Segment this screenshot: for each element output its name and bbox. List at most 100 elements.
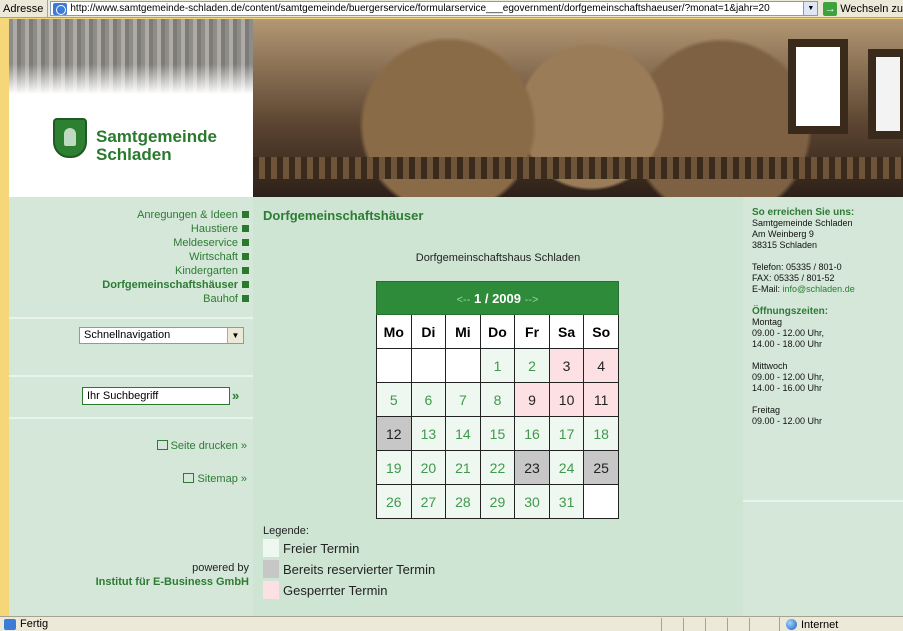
brand-name[interactable]: Samtgemeinde Schladen bbox=[96, 128, 217, 164]
calendar-day-free[interactable]: 21 bbox=[445, 450, 481, 485]
calendar-day-empty bbox=[410, 348, 447, 383]
calendar-day-free[interactable]: 16 bbox=[514, 416, 550, 451]
logo-area[interactable]: Samtgemeinde Schladen bbox=[9, 19, 253, 197]
calendar-day-free[interactable]: 30 bbox=[514, 484, 550, 519]
quick-navigation-select[interactable]: Schnellnavigation ▼ bbox=[79, 327, 244, 344]
calendar-day-empty bbox=[583, 484, 619, 519]
contact-heading: So erreichen Sie uns: bbox=[752, 207, 855, 218]
go-button[interactable]: Wechseln zu bbox=[840, 3, 903, 15]
search-submit-button[interactable]: » bbox=[232, 388, 239, 403]
calendar-day-blocked: 4 bbox=[583, 348, 619, 383]
calendar-week-row: 12 13 14 15 16 17 18 bbox=[376, 416, 619, 451]
hours-heading: Öffnungszeiten: bbox=[752, 306, 829, 317]
globe-icon bbox=[786, 619, 797, 630]
weekday-header: Di bbox=[410, 314, 447, 349]
status-pane bbox=[683, 618, 705, 631]
month-label: 1 / 2009 bbox=[474, 290, 521, 306]
weekday-header: So bbox=[583, 314, 619, 349]
booking-calendar: <-- 1 / 2009 --> Mo Di Mi Do Fr Sa So 12… bbox=[376, 281, 619, 519]
calendar-day-free[interactable]: 15 bbox=[479, 416, 516, 451]
contact-phone: Telefon: 05335 / 801-0 bbox=[752, 262, 842, 272]
legend-swatch-reserved bbox=[263, 560, 279, 578]
url-dropdown-icon[interactable]: ▼ bbox=[803, 2, 818, 15]
calendar-day-free[interactable]: 20 bbox=[410, 450, 447, 485]
crest-icon bbox=[53, 118, 87, 158]
nav-item-dorfgemeinschaftshaeuser[interactable]: Dorfgemeinschaftshäuser bbox=[102, 278, 249, 292]
legend-swatch-free bbox=[263, 539, 279, 557]
hours-monday-label: Montag bbox=[752, 317, 783, 327]
bullet-square-icon bbox=[242, 239, 249, 246]
calendar-day-blocked: 10 bbox=[548, 382, 585, 417]
calendar-day-free[interactable]: 2 bbox=[514, 348, 550, 383]
nav-item-label: Haustiere bbox=[190, 223, 238, 235]
nav-item-anregungen[interactable]: Anregungen & Ideen bbox=[102, 208, 249, 222]
url-field[interactable]: http://www.samtgemeinde-schladen.de/cont… bbox=[50, 1, 819, 16]
house-name: Dorfgemeinschaftshaus Schladen bbox=[415, 252, 581, 264]
security-zone[interactable]: Internet bbox=[779, 617, 838, 631]
calendar-day-free[interactable]: 5 bbox=[376, 382, 412, 417]
legend-item-free: Freier Termin bbox=[263, 539, 359, 557]
sitemap-link[interactable]: Sitemap » bbox=[183, 473, 247, 485]
calendar-day-free[interactable]: 17 bbox=[548, 416, 585, 451]
hours-friday-1: 09.00 - 12.00 Uhr bbox=[752, 416, 823, 426]
nav-item-haustiere[interactable]: Haustiere bbox=[102, 222, 249, 236]
calendar-day-free[interactable]: 31 bbox=[548, 484, 585, 519]
previous-month-link[interactable]: <-- bbox=[457, 294, 471, 306]
bullet-square-icon bbox=[242, 281, 249, 288]
go-arrow-icon[interactable]: → bbox=[823, 1, 838, 16]
print-page-link[interactable]: Seite drucken » bbox=[156, 440, 247, 452]
print-page-label: Seite drucken » bbox=[170, 440, 247, 452]
powered-by: powered by Institut für E-Business GmbH bbox=[96, 561, 249, 589]
calendar-day-free[interactable]: 27 bbox=[410, 484, 447, 519]
calendar-day-free[interactable]: 7 bbox=[445, 382, 481, 417]
calendar-day-reserved: 25 bbox=[583, 450, 619, 485]
weekday-header: Fr bbox=[514, 314, 550, 349]
calendar-day-free[interactable]: 14 bbox=[445, 416, 481, 451]
contact-email-line: E-Mail: info@schladen.de bbox=[752, 284, 897, 295]
calendar-day-free[interactable]: 22 bbox=[479, 450, 516, 485]
nav-item-wirtschaft[interactable]: Wirtschaft bbox=[102, 250, 249, 264]
quick-navigation-value: Schnellnavigation bbox=[84, 329, 171, 341]
calendar-day-free[interactable]: 24 bbox=[548, 450, 585, 485]
chevron-down-icon[interactable]: ▼ bbox=[227, 328, 243, 343]
calendar-day-free[interactable]: 1 bbox=[479, 348, 516, 383]
calendar-day-free[interactable]: 18 bbox=[583, 416, 619, 451]
legend-label-blocked: Gesperrter Termin bbox=[283, 582, 388, 598]
header-photo-window bbox=[788, 39, 848, 134]
powered-by-company-link[interactable]: Institut für E-Business GmbH bbox=[96, 575, 249, 589]
calendar-day-free[interactable]: 8 bbox=[479, 382, 516, 417]
contact-city: 38315 Schladen bbox=[752, 240, 818, 250]
status-left: Fertig bbox=[0, 618, 48, 630]
calendar-day-free[interactable]: 28 bbox=[445, 484, 481, 519]
calendar-day-free[interactable]: 13 bbox=[410, 416, 447, 451]
calendar-day-free[interactable]: 6 bbox=[410, 382, 447, 417]
calendar-day-free[interactable]: 19 bbox=[376, 450, 412, 485]
search-input[interactable]: Ihr Suchbegriff bbox=[82, 387, 230, 405]
legend-item-reserved: Bereits reservierter Termin bbox=[263, 560, 435, 578]
brand-line-1: Samtgemeinde bbox=[96, 127, 217, 146]
header-photo-window bbox=[868, 49, 903, 139]
calendar-week-row: 1234 bbox=[376, 348, 619, 383]
status-text: Fertig bbox=[20, 618, 49, 630]
weekday-header: Sa bbox=[548, 314, 585, 349]
calendar-day-free[interactable]: 29 bbox=[479, 484, 516, 519]
page-viewport: Samtgemeinde Schladen Anregungen & Ideen… bbox=[9, 19, 903, 616]
nav-item-bauhof[interactable]: Bauhof bbox=[102, 292, 249, 306]
next-month-link[interactable]: --> bbox=[525, 294, 539, 306]
hours-wednesday-2: 14.00 - 16.00 Uhr bbox=[752, 383, 823, 393]
address-bar: Adresse http://www.samtgemeinde-schladen… bbox=[0, 0, 903, 18]
printer-icon bbox=[156, 440, 168, 450]
nav-item-label: Dorfgemeinschaftshäuser bbox=[102, 279, 238, 291]
nav-item-meldeservice[interactable]: Meldeservice bbox=[102, 236, 249, 250]
divider bbox=[9, 417, 253, 419]
calendar-day-free[interactable]: 26 bbox=[376, 484, 412, 519]
nav-item-label: Anregungen & Ideen bbox=[137, 209, 238, 221]
url-text[interactable]: http://www.samtgemeinde-schladen.de/cont… bbox=[70, 3, 769, 14]
nav-item-kindergarten[interactable]: Kindergarten bbox=[102, 264, 249, 278]
weekday-header-row: Mo Di Mi Do Fr Sa So bbox=[376, 314, 619, 349]
bullet-square-icon bbox=[242, 253, 249, 260]
page-title: Dorfgemeinschaftshäuser bbox=[263, 208, 424, 223]
email-link[interactable]: info@schladen.de bbox=[783, 284, 855, 294]
